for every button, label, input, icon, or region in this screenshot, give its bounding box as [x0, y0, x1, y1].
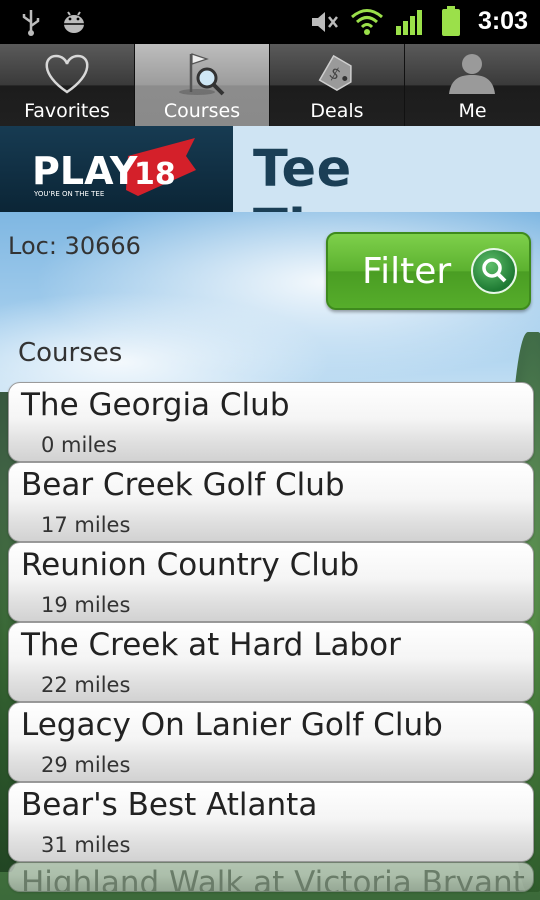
status-bar: 3:03: [0, 0, 540, 44]
signal-icon: [396, 10, 422, 35]
course-distance: 0 miles: [41, 433, 118, 457]
play18-logo: PLAY 18 YOU'RE ON THE TEE: [0, 126, 233, 212]
golf-flag-search-icon: [179, 53, 225, 96]
search-icon: [471, 248, 517, 294]
logo-graphic: PLAY 18 YOU'RE ON THE TEE: [32, 138, 196, 198]
course-name: The Creek at Hard Labor: [21, 627, 401, 663]
filter-button[interactable]: Filter: [326, 232, 531, 310]
list-item[interactable]: Reunion Country Club 19 miles: [8, 542, 534, 622]
person-icon: [449, 54, 495, 94]
courses-heading: Courses: [18, 338, 123, 368]
course-distance: 22 miles: [41, 673, 131, 697]
course-name: The Georgia Club: [21, 387, 290, 423]
location-label: Loc: 30666: [8, 232, 141, 260]
clock: 3:03: [477, 7, 528, 35]
tab-bar: Favorites Courses $ Deals Me: [0, 44, 540, 126]
logo-number: 18: [134, 157, 176, 192]
list-item[interactable]: The Georgia Club 0 miles: [8, 382, 534, 462]
list-item[interactable]: Highland Walk at Victoria Bryant: [8, 862, 534, 892]
main-content: Loc: 30666 Filter Courses The Georgia Cl…: [0, 212, 540, 900]
mute-icon: [312, 12, 338, 32]
tab-courses[interactable]: Courses: [135, 44, 270, 126]
app-header: PLAY 18 YOU'RE ON THE TEE Tee Times: [0, 126, 540, 258]
logo-tagline: YOU'RE ON THE TEE: [33, 190, 104, 198]
list-item[interactable]: The Creek at Hard Labor 22 miles: [8, 622, 534, 702]
wifi-icon: [351, 9, 383, 35]
android-debug-icon: [64, 11, 84, 33]
title-area: Tee Times: [233, 126, 540, 258]
tab-me[interactable]: Me: [405, 44, 540, 126]
course-name: Legacy On Lanier Golf Club: [21, 707, 443, 743]
tab-deals[interactable]: $ Deals: [270, 44, 405, 126]
list-item[interactable]: Bear Creek Golf Club 17 miles: [8, 462, 534, 542]
list-item[interactable]: Legacy On Lanier Golf Club 29 miles: [8, 702, 534, 782]
tab-favorites[interactable]: Favorites: [0, 44, 135, 126]
course-distance: 29 miles: [41, 753, 131, 777]
course-name: Bear's Best Atlanta: [21, 787, 318, 823]
course-distance: 31 miles: [41, 833, 131, 857]
course-list: The Georgia Club 0 miles Bear Creek Golf…: [8, 382, 534, 892]
heart-icon: [45, 54, 89, 94]
course-name: Bear Creek Golf Club: [21, 467, 345, 503]
course-distance: 17 miles: [41, 513, 131, 537]
list-item[interactable]: Bear's Best Atlanta 31 miles: [8, 782, 534, 862]
price-tag-icon: $: [318, 54, 352, 91]
logo-text: PLAY: [32, 149, 138, 193]
battery-icon: [442, 6, 460, 36]
usb-icon: [22, 10, 40, 36]
course-distance: 19 miles: [41, 593, 131, 617]
filter-label: Filter: [362, 251, 452, 292]
course-name: Highland Walk at Victoria Bryant: [21, 865, 525, 892]
course-name: Reunion Country Club: [21, 547, 360, 583]
